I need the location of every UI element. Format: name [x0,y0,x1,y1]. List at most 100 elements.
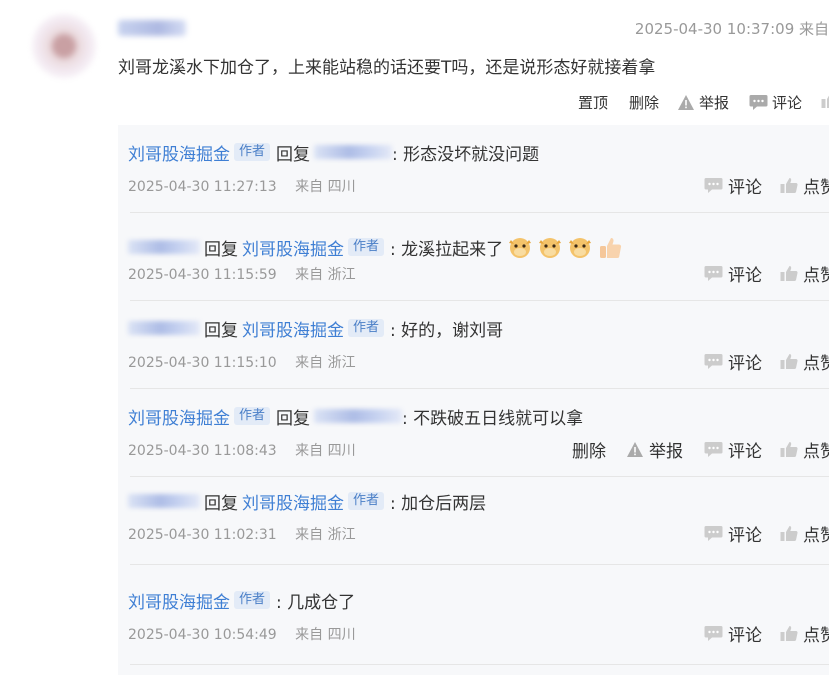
delete-button[interactable]: 删除 [572,438,606,462]
reply-time: 2025-04-30 10:54:49 [128,627,277,643]
speech-bubble-icon [704,441,723,458]
author-tag: 作者 [348,492,385,510]
delete-button[interactable]: 删除 [629,92,659,113]
reply-from: 来自 浙江 [295,527,356,543]
comment-button[interactable]: 评论 [704,438,762,462]
reply-from: 来自 四川 [295,443,356,459]
reply-author[interactable] [128,321,200,335]
avatar[interactable] [32,14,96,78]
pin-button[interactable]: 置顶 [578,92,608,113]
speech-bubble-icon [704,353,723,370]
reply-text: : 好的，谢刘哥 [390,320,504,341]
reply-item: 刘哥股海掘金 作者 回复 : 不跌破五日线就可以拿 2025-04-30 11:… [118,389,829,477]
reply-from: 来自 浙江 [295,267,356,283]
cow-face-emoji [509,238,532,258]
like-button[interactable]: 点赞 [780,438,829,462]
author-tag: 作者 [234,591,271,609]
reply-meta: 2025-04-30 11:02:31 来自 浙江 [128,524,356,544]
speech-bubble-icon [704,177,723,194]
reply-label: 回复 [276,144,311,165]
author-link[interactable]: 刘哥股海掘金 [242,316,344,341]
reply-time: 2025-04-30 11:27:13 [128,179,277,195]
like-button[interactable]: 点赞 [780,522,829,546]
reply-meta: 2025-04-30 10:54:49 来自 四川 [128,624,356,644]
reply-meta: 2025-04-30 11:08:43 来自 四川 [128,440,356,460]
author-link[interactable]: 刘哥股海掘金 [242,235,344,260]
reply-meta: 2025-04-30 11:15:10 来自 浙江 [128,352,356,372]
reply-author[interactable] [128,494,200,508]
reply-author[interactable] [128,240,200,254]
author-link[interactable]: 刘哥股海掘金 [128,140,230,165]
thumbs-up-icon [780,441,798,458]
comment-button[interactable]: 评论 [704,174,762,198]
like-button[interactable] [821,92,829,109]
reply-time: 2025-04-30 11:15:59 [128,267,277,283]
reply-panel: 刘哥股海掘金 作者 回复 : 形态没坏就没问题 2025-04-30 11:27… [118,125,829,675]
reply-from: 来自 四川 [295,627,356,643]
like-button[interactable]: 点赞 [780,174,829,198]
reply-item: 刘哥股海掘金 作者 回复 : 形态没坏就没问题 2025-04-30 11:27… [118,125,829,213]
reply-meta: 2025-04-30 11:15:59 来自 浙江 [128,264,356,284]
thumbs-up-icon [821,92,829,109]
thumbs-up-icon [780,525,798,542]
cow-face-emoji [569,238,592,258]
comment-button[interactable]: 评论 [704,262,762,286]
reply-label: 回复 [276,408,311,429]
reply-target-user[interactable] [314,145,393,159]
thumbs-up-emoji [600,238,622,258]
reply-item: 刘哥股海掘金 作者 : 几成仓了 2025-04-30 10:54:49 来自 … [118,565,829,665]
reply-line: 回复 刘哥股海掘金 作者 : 加仓后两层 [128,489,487,514]
like-button[interactable]: 点赞 [780,350,829,374]
reply-from: 来自 浙江 [295,355,356,371]
reply-label: 回复 [204,493,238,514]
thumbs-up-icon [780,353,798,370]
author-tag: 作者 [234,143,271,161]
reply-item: 回复 刘哥股海掘金 作者 : 龙溪拉起来了 2025-04-30 11:15:5… [118,213,829,301]
reply-from: 来自 四川 [295,179,356,195]
reply-line: 回复 刘哥股海掘金 作者 : 龙溪拉起来了 [128,235,623,260]
reply-text: : 形态没坏就没问题 [392,144,540,165]
warning-triangle-icon [677,94,695,111]
thumbs-up-icon [780,625,798,642]
reply-line: 刘哥股海掘金 作者 回复 : 形态没坏就没问题 [128,140,540,165]
speech-bubble-icon [704,625,723,642]
speech-bubble-icon [704,525,723,542]
author-tag: 作者 [234,407,271,425]
like-button[interactable]: 点赞 [780,262,829,286]
reply-meta: 2025-04-30 11:27:13 来自 四川 [128,176,356,196]
warning-triangle-icon [626,441,644,458]
commenter-name[interactable] [118,20,186,36]
thumbs-up-icon [780,177,798,194]
comment-button[interactable]: 评论 [749,92,802,113]
reply-time: 2025-04-30 11:02:31 [128,527,277,543]
divider [130,664,829,665]
reply-time: 2025-04-30 11:15:10 [128,355,277,371]
author-link[interactable]: 刘哥股海掘金 [242,489,344,514]
reply-item: 回复 刘哥股海掘金 作者 : 好的，谢刘哥 2025-04-30 11:15:1… [118,301,829,389]
author-tag: 作者 [348,319,385,337]
author-link[interactable]: 刘哥股海掘金 [128,588,230,613]
speech-bubble-icon [704,265,723,282]
report-button[interactable]: 举报 [677,92,729,113]
reply-text: : 龙溪拉起来了 [390,239,504,260]
reply-label: 回复 [204,239,238,260]
author-link[interactable]: 刘哥股海掘金 [128,404,230,429]
reply-text: : 不跌破五日线就可以拿 [402,408,584,429]
report-button[interactable]: 举报 [626,438,683,462]
comment-button[interactable]: 评论 [704,350,762,374]
reply-target-user[interactable] [314,409,403,423]
comment-button[interactable]: 评论 [704,622,762,646]
author-tag: 作者 [348,238,385,256]
reply-line: 刘哥股海掘金 作者 回复 : 不跌破五日线就可以拿 [128,404,584,429]
reply-text: : 几成仓了 [276,592,356,613]
reply-line: 刘哥股海掘金 作者 : 几成仓了 [128,588,356,613]
like-button[interactable]: 点赞 [780,622,829,646]
thumbs-up-icon [780,265,798,282]
reply-text: : 加仓后两层 [390,493,487,514]
speech-bubble-icon [749,94,768,111]
reply-item: 回复 刘哥股海掘金 作者 : 加仓后两层 2025-04-30 11:02:31… [118,477,829,565]
cow-face-emoji [539,238,562,258]
comment-button[interactable]: 评论 [704,522,762,546]
comment-timestamp: 2025-04-30 10:37:09 来自 [634,20,829,38]
comment-text: 刘哥龙溪水下加仓了，上来能站稳的话还要T吗，还是说形态好就接着拿 [118,58,656,78]
